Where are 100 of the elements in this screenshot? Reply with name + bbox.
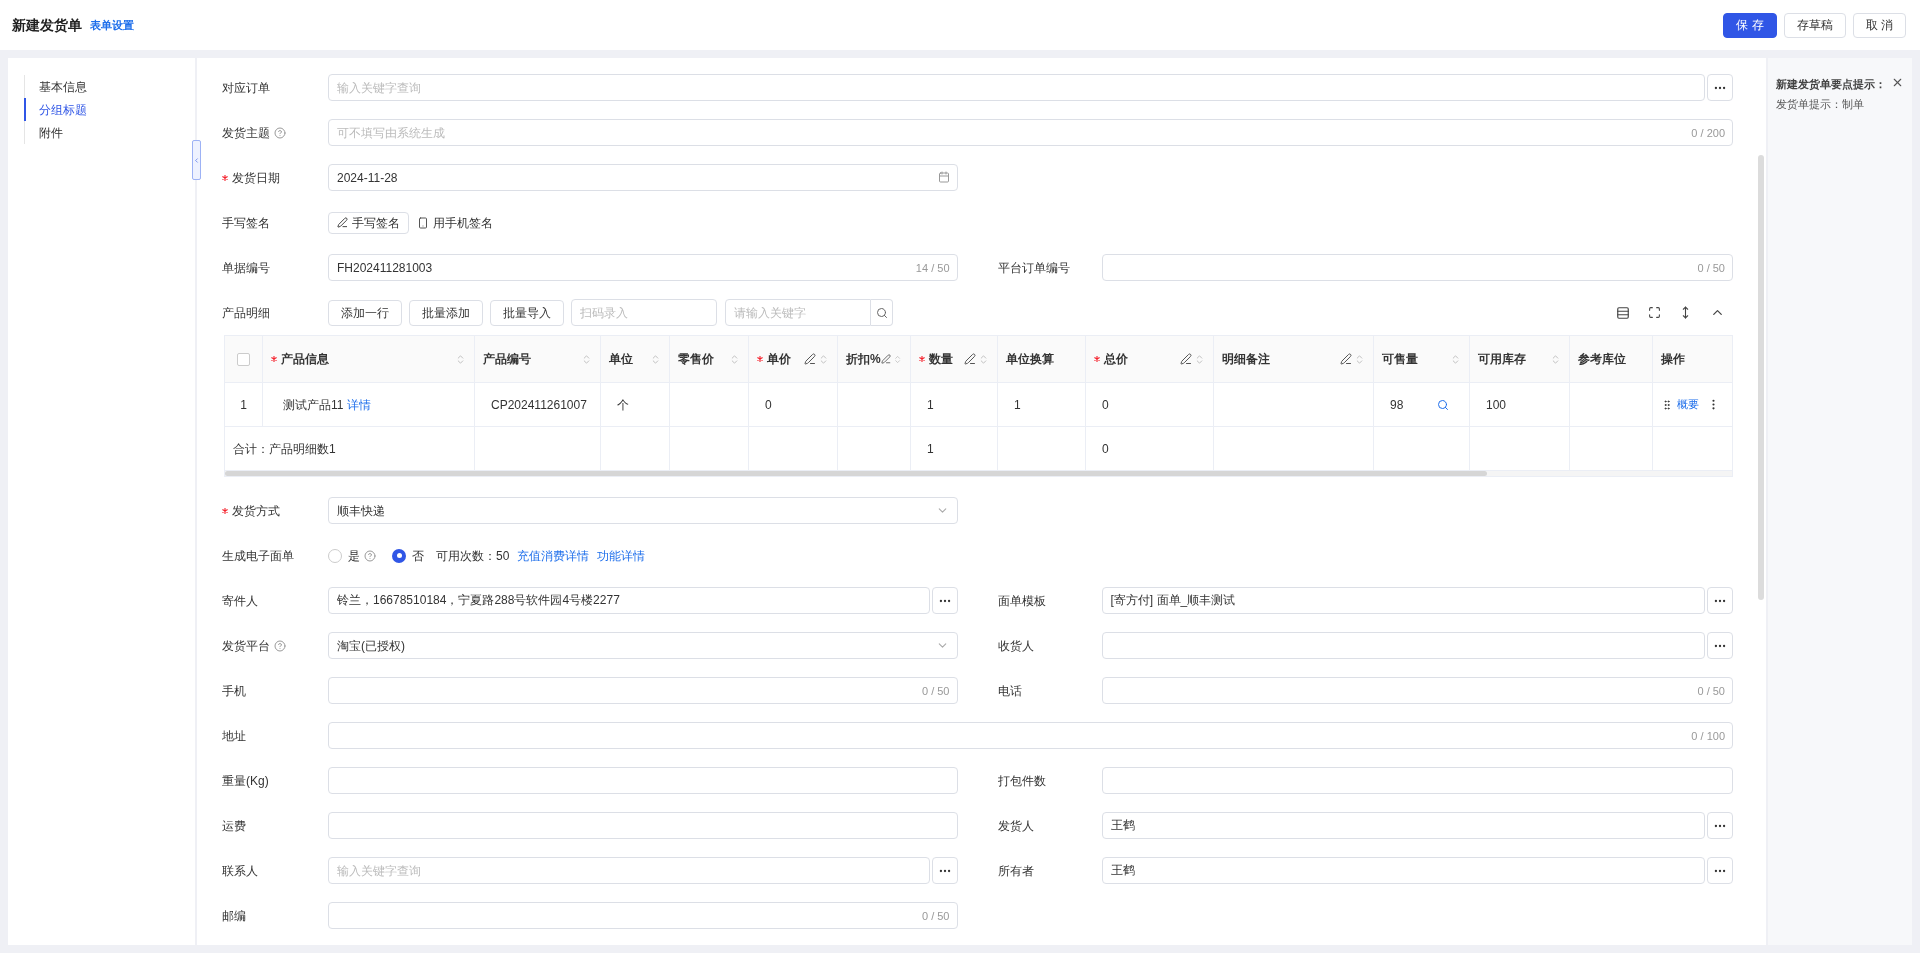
form-settings-link[interactable]: 表单设置: [90, 16, 134, 34]
char-counter: 0 / 50: [1697, 261, 1725, 276]
detail-link[interactable]: 充值消费详情: [517, 546, 590, 565]
sort-icon[interactable]: [650, 353, 661, 365]
help-icon[interactable]: [364, 549, 376, 562]
char-counter: 14 / 50: [915, 261, 950, 276]
input-field[interactable]: [328, 677, 958, 704]
field-label: 寄件人: [222, 592, 258, 610]
phone-icon: [417, 216, 429, 229]
input-field[interactable]: 铃兰，16678510184，宁夏路288号软件园4号楼2277: [328, 587, 930, 614]
signature-button[interactable]: 手写签名: [328, 211, 409, 234]
input-field[interactable]: 输入关键字查询: [328, 857, 930, 884]
radio-button[interactable]: [328, 548, 342, 563]
input-field[interactable]: [1101, 767, 1733, 794]
column-header: 明细备注: [1222, 351, 1271, 368]
toolbar-button[interactable]: 批量导入: [490, 299, 564, 326]
close-icon[interactable]: [1891, 76, 1904, 89]
input-field[interactable]: [328, 767, 958, 794]
chevron-left-icon: [193, 155, 200, 165]
table-cell-text: 98: [1390, 396, 1404, 414]
input-field[interactable]: [1101, 632, 1705, 659]
radio-label[interactable]: 否: [412, 546, 424, 565]
column-header: 折扣%: [846, 351, 881, 368]
input-field[interactable]: 王鹤: [1101, 812, 1705, 839]
horizontal-scrollbar[interactable]: [225, 471, 1487, 476]
more-button[interactable]: [931, 857, 958, 884]
column-header: 单位: [609, 351, 634, 368]
input-field[interactable]: [328, 902, 958, 929]
field-label: 邮编: [222, 907, 246, 925]
help-icon[interactable]: [274, 639, 286, 652]
input-field[interactable]: [328, 812, 958, 839]
search-icon[interactable]: [1437, 398, 1449, 411]
help-icon[interactable]: [274, 126, 286, 139]
checkbox[interactable]: [237, 352, 250, 366]
more-button[interactable]: [931, 587, 958, 614]
input-field[interactable]: 王鹤: [1101, 857, 1705, 884]
nav-item[interactable]: 分组标题: [24, 98, 195, 121]
column-header: 数量: [929, 351, 954, 368]
pen-icon: [337, 217, 348, 228]
input-field[interactable]: 请输入关键字: [725, 299, 871, 326]
header-button[interactable]: 保 存: [1723, 12, 1777, 38]
toolbar-button[interactable]: 添加一行: [328, 299, 402, 326]
search-button[interactable]: [871, 299, 893, 326]
edit-icon[interactable]: [1340, 353, 1352, 365]
sort-icon[interactable]: [729, 353, 740, 365]
field-label: 发货平台: [222, 637, 270, 655]
field-label: 手写签名: [222, 214, 270, 232]
vertical-scrollbar[interactable]: [1758, 155, 1764, 600]
input-field[interactable]: [1101, 254, 1733, 281]
row-number: 1: [240, 396, 247, 414]
edit-icon[interactable]: [804, 353, 816, 365]
char-counter: 0 / 50: [921, 684, 950, 699]
edit-icon[interactable]: [964, 353, 976, 365]
input-field[interactable]: 扫码录入: [571, 299, 717, 326]
table-cell-text: 个: [617, 396, 629, 414]
sort-icon[interactable]: [892, 353, 902, 365]
phone-sign-link[interactable]: 用手机签名: [433, 213, 493, 232]
calendar-icon[interactable]: [937, 171, 950, 183]
collapse-handle[interactable]: [192, 140, 201, 180]
sort-icon[interactable]: [1450, 353, 1461, 365]
more-button[interactable]: [1707, 812, 1733, 839]
table-cell-text: 0: [1102, 440, 1109, 458]
drag-handle-icon[interactable]: [1661, 398, 1673, 411]
more-button[interactable]: [1707, 632, 1733, 659]
row-height-icon[interactable]: [1616, 305, 1630, 320]
more-button[interactable]: [1707, 587, 1733, 614]
radio-button[interactable]: [392, 548, 406, 563]
table-cell-text: CP202411261007: [491, 396, 587, 414]
field-label: 联系人: [222, 862, 258, 880]
select-field[interactable]: 淘宝(已授权): [328, 632, 958, 659]
more-button[interactable]: [1707, 74, 1733, 101]
sort-icon[interactable]: [581, 353, 592, 365]
fullscreen-icon[interactable]: [1648, 306, 1661, 319]
column-header: 零售价: [678, 351, 715, 368]
input-field[interactable]: [寄方付] 面单_顺丰测试: [1101, 587, 1705, 614]
header-button[interactable]: 存草稿: [1783, 12, 1846, 38]
field-label: 地址: [222, 727, 246, 745]
nav-item[interactable]: 基本信息: [24, 75, 195, 98]
sort-icon[interactable]: [455, 353, 466, 365]
field-label: 对应订单: [222, 79, 270, 97]
column-header: 产品信息: [281, 351, 330, 368]
edit-icon[interactable]: [1180, 353, 1192, 365]
field-label: 面单模板: [997, 592, 1046, 610]
summary-link[interactable]: 概要: [1677, 396, 1699, 413]
field-label: 发货方式: [232, 502, 280, 520]
detail-link[interactable]: 详情: [347, 395, 372, 414]
input-field[interactable]: [1101, 677, 1733, 704]
detail-link[interactable]: 功能详情: [597, 546, 646, 565]
table-cell-text: 1: [927, 396, 934, 414]
sort-icon[interactable]: [1550, 353, 1561, 365]
nav-item[interactable]: 附件: [24, 121, 195, 144]
char-counter: 0 / 50: [921, 909, 950, 924]
input-field[interactable]: 输入关键字查询: [328, 74, 1705, 101]
input-field[interactable]: 2024-11-28: [328, 164, 958, 191]
toolbar-button[interactable]: 批量添加: [409, 299, 483, 326]
select-field[interactable]: 顺丰快递: [328, 497, 958, 524]
input-field[interactable]: [328, 722, 1733, 749]
header-button[interactable]: 取 消: [1852, 12, 1906, 38]
radio-label[interactable]: 是: [348, 546, 360, 565]
more-button[interactable]: [1707, 857, 1733, 884]
